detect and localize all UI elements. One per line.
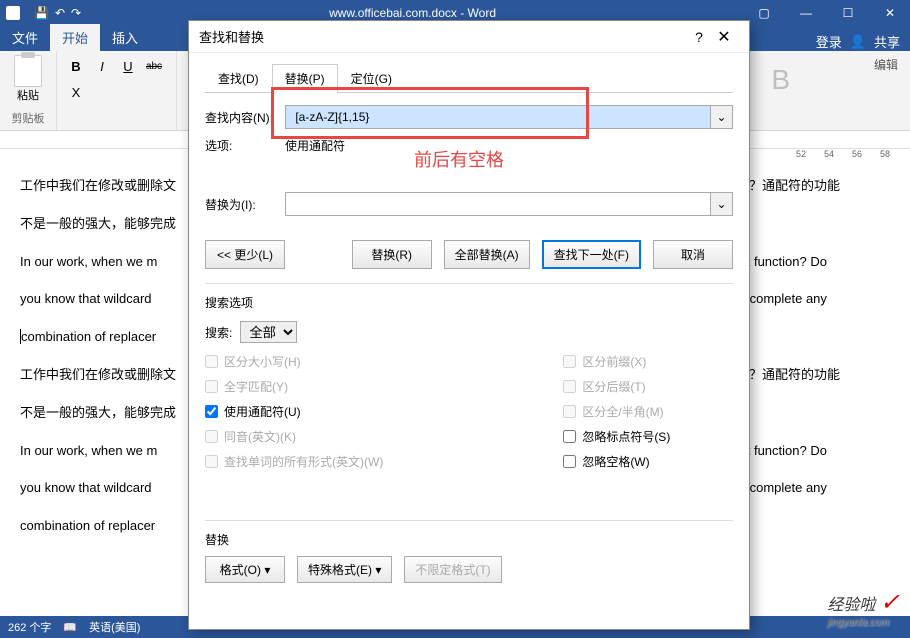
subscript-button[interactable]: X bbox=[65, 81, 87, 103]
app-icon bbox=[6, 6, 20, 20]
share-icon[interactable]: 👤 bbox=[850, 34, 866, 50]
save-icon[interactable]: 💾 bbox=[34, 6, 49, 20]
word-count[interactable]: 262 个字 bbox=[8, 619, 51, 635]
tab-goto[interactable]: 定位(G) bbox=[338, 64, 405, 93]
cb-wildcard[interactable]: 使用通配符(U) bbox=[205, 403, 383, 420]
find-input[interactable] bbox=[285, 105, 711, 129]
find-history-dropdown[interactable]: ⌄ bbox=[711, 105, 733, 129]
cb-ignore-space[interactable]: 忽略空格(W) bbox=[563, 453, 670, 470]
less-button[interactable]: << 更少(L) bbox=[205, 240, 285, 269]
cb-full-half: 区分全/半角(M) bbox=[563, 403, 670, 420]
cb-prefix: 区分前缀(X) bbox=[563, 353, 670, 370]
bold-button[interactable]: B bbox=[65, 55, 87, 77]
replace-input[interactable] bbox=[285, 192, 711, 216]
replace-button[interactable]: 替换(R) bbox=[352, 240, 432, 269]
style-preview: B bbox=[771, 64, 790, 96]
search-options-header: 搜索选项 bbox=[205, 283, 733, 311]
tab-file[interactable]: 文件 bbox=[0, 24, 50, 51]
find-replace-dialog: 查找和替换 ? ✕ 查找(D) 替换(P) 定位(G) 查找内容(N): ⌄ 选… bbox=[188, 20, 750, 630]
language-status[interactable]: 英语(美国) bbox=[89, 619, 140, 635]
ribbon-options-icon[interactable]: ▢ bbox=[744, 0, 784, 25]
options-value: 使用通配符 bbox=[285, 137, 345, 154]
clipboard-group-label: 剪贴板 bbox=[8, 110, 48, 126]
dialog-help-button[interactable]: ? bbox=[689, 29, 709, 45]
document-title: www.officebai.com.docx - Word bbox=[81, 6, 744, 20]
replace-history-dropdown[interactable]: ⌄ bbox=[711, 192, 733, 216]
dialog-close-button[interactable]: ✕ bbox=[709, 27, 739, 47]
check-icon: ✓ bbox=[880, 589, 900, 616]
edit-group-label: 编辑 bbox=[874, 56, 898, 73]
format-button[interactable]: 格式(O) ▾ bbox=[205, 556, 285, 583]
cb-whole-word: 全字匹配(Y) bbox=[205, 378, 383, 395]
undo-icon[interactable]: ↶ bbox=[55, 6, 65, 20]
minimize-button[interactable]: — bbox=[786, 0, 826, 25]
close-button[interactable]: ✕ bbox=[870, 0, 910, 25]
cb-ignore-punct[interactable]: 忽略标点符号(S) bbox=[563, 428, 670, 445]
replace-label: 替换为(I): bbox=[205, 196, 285, 213]
replace-section-header: 替换 bbox=[205, 520, 733, 548]
paste-label: 粘贴 bbox=[17, 87, 39, 103]
tab-find[interactable]: 查找(D) bbox=[205, 64, 272, 93]
replace-all-button[interactable]: 全部替换(A) bbox=[444, 240, 530, 269]
paste-button[interactable]: 粘贴 bbox=[8, 55, 48, 103]
find-label: 查找内容(N): bbox=[205, 109, 285, 126]
tab-replace[interactable]: 替换(P) bbox=[272, 64, 338, 93]
strike-button[interactable]: abc bbox=[143, 55, 165, 77]
cb-all-forms: 查找单词的所有形式(英文)(W) bbox=[205, 453, 383, 470]
find-next-button[interactable]: 查找下一处(F) bbox=[542, 240, 641, 269]
redo-icon[interactable]: ↷ bbox=[71, 6, 81, 20]
underline-button[interactable]: U bbox=[117, 55, 139, 77]
options-label: 选项: bbox=[205, 137, 285, 154]
ruler-right-ticks: 52 54 56 58 bbox=[796, 149, 890, 159]
tab-start[interactable]: 开始 bbox=[50, 24, 100, 51]
cancel-button[interactable]: 取消 bbox=[653, 240, 733, 269]
tab-insert[interactable]: 插入 bbox=[100, 24, 150, 51]
dialog-title: 查找和替换 bbox=[199, 27, 689, 46]
search-scope-label: 搜索: bbox=[205, 324, 232, 341]
cb-suffix: 区分后缀(T) bbox=[563, 378, 670, 395]
login-link[interactable]: 登录 bbox=[816, 32, 842, 51]
search-scope-select[interactable]: 全部 bbox=[240, 321, 297, 343]
italic-button[interactable]: I bbox=[91, 55, 113, 77]
dialog-tabs: 查找(D) 替换(P) 定位(G) bbox=[205, 63, 733, 93]
cb-match-case: 区分大小写(H) bbox=[205, 353, 383, 370]
paste-icon bbox=[14, 55, 42, 87]
no-format-button: 不限定格式(T) bbox=[404, 556, 501, 583]
cb-homonym: 同音(英文)(K) bbox=[205, 428, 383, 445]
special-format-button[interactable]: 特殊格式(E) ▾ bbox=[297, 556, 392, 583]
watermark: 经验啦 ✓ jingyanla.com bbox=[827, 588, 900, 628]
dialog-titlebar[interactable]: 查找和替换 ? ✕ bbox=[189, 21, 749, 53]
share-link[interactable]: 共享 bbox=[874, 32, 900, 51]
maximize-button[interactable]: ☐ bbox=[828, 0, 868, 25]
proofing-icon[interactable]: 📖 bbox=[63, 621, 77, 634]
